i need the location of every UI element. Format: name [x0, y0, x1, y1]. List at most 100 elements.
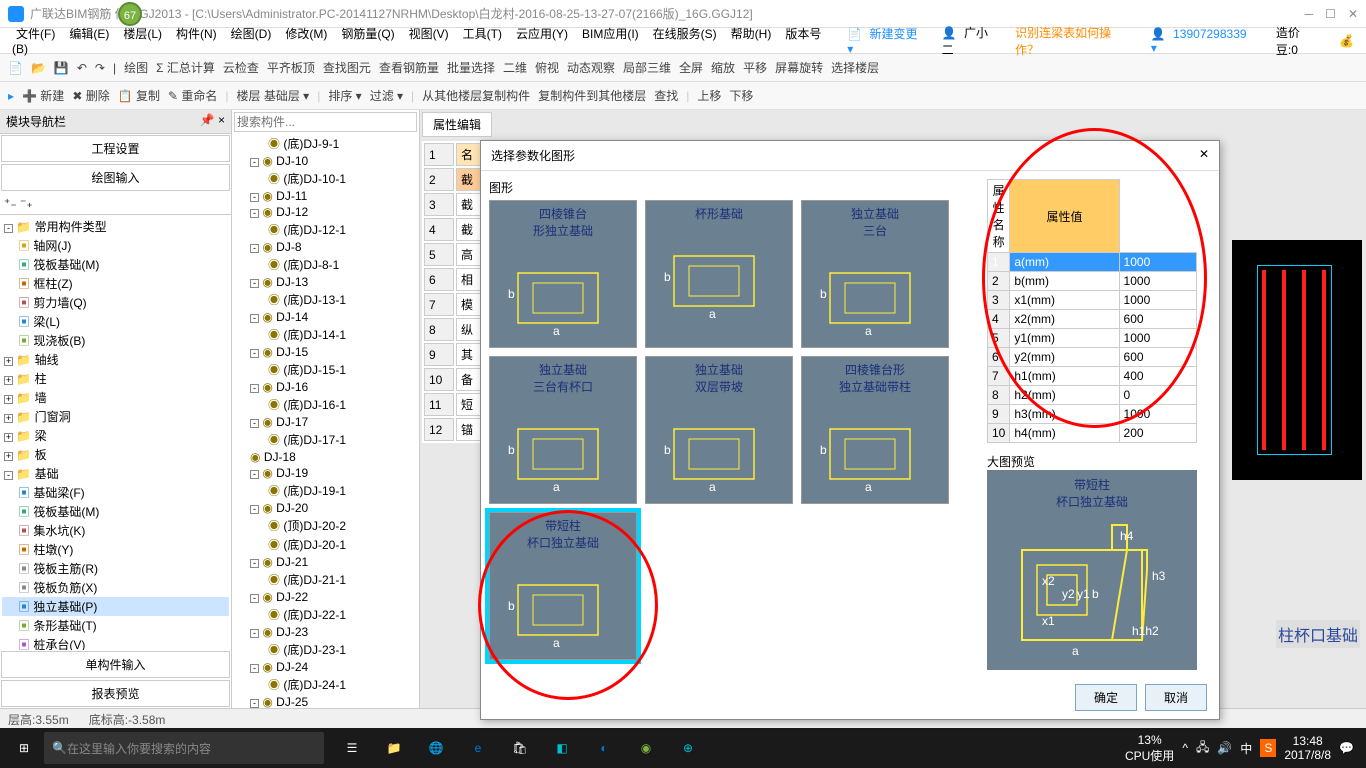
hint-text[interactable]: 识别连梁表如何操作？: [1011, 22, 1137, 60]
list-item[interactable]: ◉ (底)DJ-12-1: [232, 220, 419, 239]
param-row[interactable]: 5y1(mm)1000: [988, 329, 1197, 348]
search-input[interactable]: [234, 112, 417, 132]
taskbar-search[interactable]: 🔍 在这里输入你要搜索的内容: [44, 732, 324, 764]
toolbar-item[interactable]: 查找: [654, 87, 678, 104]
toolbar-item[interactable]: 复制构件到其他楼层: [538, 87, 646, 104]
tree-item[interactable]: + 📁 柱: [2, 369, 229, 388]
toolbar-item[interactable]: 局部三维: [623, 59, 671, 76]
network-icon[interactable]: 🖧: [1196, 738, 1209, 759]
list-item[interactable]: - ◉ DJ-13: [232, 274, 419, 290]
param-row[interactable]: 7h1(mm)400: [988, 367, 1197, 386]
list-item[interactable]: ◉ (底)DJ-16-1: [232, 395, 419, 414]
open-icon[interactable]: 📂: [31, 61, 46, 75]
list-item[interactable]: - ◉ DJ-24: [232, 659, 419, 675]
list-item[interactable]: ◉ DJ-18: [232, 449, 419, 465]
list-item[interactable]: - ◉ DJ-17: [232, 414, 419, 430]
toolbar-item[interactable]: 楼层 基础层 ▾: [237, 87, 310, 104]
menu-item[interactable]: 云应用(Y): [512, 25, 572, 43]
toolbar-item[interactable]: 屏幕旋转: [775, 59, 823, 76]
phone[interactable]: 👤 13907298339 ▾: [1147, 25, 1262, 57]
maximize-icon[interactable]: ☐: [1325, 7, 1336, 21]
menu-item[interactable]: 构件(N): [172, 25, 221, 43]
tree-item[interactable]: ▣ 独立基础(P): [2, 597, 229, 616]
param-row[interactable]: 3x1(mm)1000: [988, 291, 1197, 310]
tree-item[interactable]: ▣ 轴网(J): [2, 236, 229, 255]
toolbar-item[interactable]: 排序 ▾: [328, 87, 361, 104]
list-item[interactable]: - ◉ DJ-8: [232, 239, 419, 255]
toolbar-item[interactable]: 查看钢筋量: [379, 59, 439, 76]
edge-icon[interactable]: e: [458, 728, 498, 768]
tree-item[interactable]: + 📁 门窗洞: [2, 407, 229, 426]
toolbar-item[interactable]: 📋 复制: [118, 87, 160, 104]
list-item[interactable]: ◉ (底)DJ-15-1: [232, 360, 419, 379]
toolbar-item[interactable]: 缩放: [711, 59, 735, 76]
list-item[interactable]: ◉ (底)DJ-8-1: [232, 255, 419, 274]
dialog-close-icon[interactable]: ✕: [1199, 147, 1209, 164]
toolbar-item[interactable]: ➕ 新建: [22, 87, 64, 104]
tree-item[interactable]: ▣ 柱墩(Y): [2, 540, 229, 559]
folder-icon[interactable]: 📁: [374, 728, 414, 768]
shape-option[interactable]: 四棱锥台形 独立基础带柱ab: [801, 356, 949, 504]
menu-item[interactable]: 修改(M): [281, 25, 331, 43]
app3-icon[interactable]: ◉: [626, 728, 666, 768]
tree-item[interactable]: ▣ 筏板基础(M): [2, 502, 229, 521]
tab-report[interactable]: 报表预览: [1, 680, 230, 707]
tree-item[interactable]: ▣ 剪力墙(Q): [2, 293, 229, 312]
tree-item[interactable]: ▣ 桩承台(V): [2, 635, 229, 650]
list-item[interactable]: - ◉ DJ-12: [232, 204, 419, 220]
tree-item[interactable]: - 📁 基础: [2, 464, 229, 483]
tray-up-icon[interactable]: ^: [1182, 741, 1188, 755]
tree-item[interactable]: ▣ 筏板主筋(R): [2, 559, 229, 578]
sogou-icon[interactable]: S: [1260, 739, 1276, 757]
list-item[interactable]: ◉ (底)DJ-13-1: [232, 290, 419, 309]
list-item[interactable]: ◉ (底)DJ-22-1: [232, 605, 419, 624]
param-row[interactable]: 4x2(mm)600: [988, 310, 1197, 329]
list-item[interactable]: ◉ (底)DJ-14-1: [232, 325, 419, 344]
toolbar-item[interactable]: 平齐板顶: [267, 59, 315, 76]
menu-item[interactable]: 工具(T): [459, 25, 506, 43]
toolbar-item[interactable]: 上移: [697, 87, 721, 104]
menu-item[interactable]: 在线服务(S): [649, 25, 721, 43]
list-item[interactable]: - ◉ DJ-14: [232, 309, 419, 325]
list-item[interactable]: ◉ (底)DJ-24-1: [232, 675, 419, 694]
start-button[interactable]: ⊞: [4, 728, 44, 768]
list-item[interactable]: - ◉ DJ-15: [232, 344, 419, 360]
tree-item[interactable]: ▣ 筏板负筋(X): [2, 578, 229, 597]
list-item[interactable]: - ◉ DJ-19: [232, 465, 419, 481]
tree-item[interactable]: ▣ 条形基础(T): [2, 616, 229, 635]
list-item[interactable]: - ◉ DJ-11: [232, 188, 419, 204]
list-item[interactable]: ◉ (底)DJ-20-1: [232, 535, 419, 554]
tree-item[interactable]: + 📁 轴线: [2, 350, 229, 369]
undo-icon[interactable]: ↶: [77, 61, 87, 75]
menu-item[interactable]: 编辑(E): [65, 25, 113, 43]
toolbar-item[interactable]: 选择楼层: [831, 59, 879, 76]
toolbar-item[interactable]: 从其他楼层复制构件: [422, 87, 530, 104]
pointer-icon[interactable]: ▸: [8, 89, 14, 103]
pin-icon[interactable]: 📌 ×: [200, 113, 225, 130]
ime-icon[interactable]: 中: [1240, 740, 1252, 757]
expand-icon[interactable]: ⁺₋: [4, 196, 17, 210]
tree-item[interactable]: + 📁 墙: [2, 388, 229, 407]
toolbar-item[interactable]: Σ 汇总计算: [156, 59, 215, 76]
toolbar-item[interactable]: 云检查: [223, 59, 259, 76]
list-item[interactable]: - ◉ DJ-25: [232, 694, 419, 708]
tree-item[interactable]: ▣ 框柱(Z): [2, 274, 229, 293]
volume-icon[interactable]: 🔊: [1217, 741, 1232, 755]
list-item[interactable]: - ◉ DJ-23: [232, 624, 419, 640]
tree-item[interactable]: + 📁 梁: [2, 426, 229, 445]
toolbar-item[interactable]: 过滤 ▾: [370, 87, 403, 104]
menu-item[interactable]: 楼层(L): [119, 25, 166, 43]
toolbar-item[interactable]: 下移: [729, 87, 753, 104]
tab-single[interactable]: 单构件输入: [1, 651, 230, 678]
param-row[interactable]: 1a(mm)1000: [988, 253, 1197, 272]
collapse-icon[interactable]: ⁻₊: [20, 196, 33, 210]
minimize-icon[interactable]: ─: [1305, 7, 1314, 21]
app4-icon[interactable]: ⊕: [668, 728, 708, 768]
tree-item[interactable]: - 📁 常用构件类型: [2, 217, 229, 236]
list-item[interactable]: - ◉ DJ-16: [232, 379, 419, 395]
ok-button[interactable]: 确定: [1075, 684, 1137, 711]
param-row[interactable]: 8h2(mm)0: [988, 386, 1197, 405]
param-row[interactable]: 2b(mm)1000: [988, 272, 1197, 291]
list-item[interactable]: - ◉ DJ-22: [232, 589, 419, 605]
menu-newchange[interactable]: 新建变更: [866, 25, 922, 43]
